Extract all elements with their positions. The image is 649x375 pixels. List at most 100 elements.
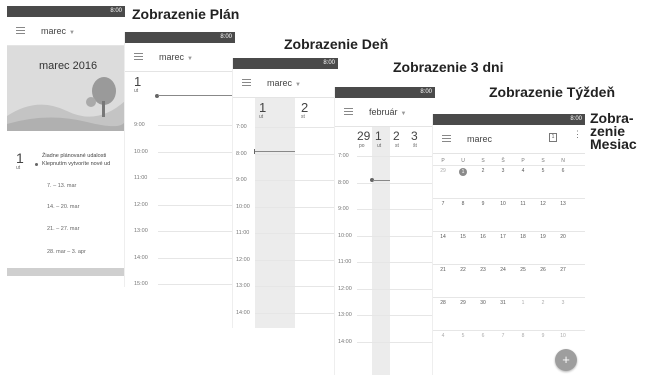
banner-title: marec 2016 <box>39 60 98 72</box>
caret-down-icon: ▼ <box>187 56 193 62</box>
now-line <box>373 180 390 181</box>
hour-label: 7:00 <box>338 153 349 159</box>
day-cell[interactable]: 7 <box>495 333 511 339</box>
now-line <box>255 151 295 152</box>
menu-icon[interactable] <box>134 53 143 60</box>
day-cell[interactable]: 7 <box>435 201 451 207</box>
hour-label: 8:00 <box>236 150 247 157</box>
month-dropdown[interactable]: marec ▼ <box>159 52 193 62</box>
day-cell[interactable]: 11 <box>515 201 531 207</box>
week-range-1[interactable]: 7. – 13. mar <box>47 183 76 189</box>
hour-line <box>255 233 338 234</box>
menu-icon[interactable] <box>442 135 451 142</box>
hour-label: 9:00 <box>134 122 145 128</box>
day-cell[interactable]: 9 <box>475 201 491 207</box>
day-cell[interactable]: 29 <box>455 300 471 306</box>
day-cell[interactable]: 14 <box>435 234 451 240</box>
day-cell[interactable]: 9 <box>535 333 551 339</box>
day-col-2-number[interactable]: 2 <box>301 100 308 115</box>
day-cell[interactable]: 27 <box>555 267 571 273</box>
hour-line <box>158 151 235 153</box>
day-cell[interactable]: 15 <box>455 234 471 240</box>
day-cell[interactable]: 25 <box>515 267 531 273</box>
day-number[interactable]: 1 <box>134 74 141 89</box>
day-cell[interactable]: 10 <box>495 201 511 207</box>
day-col-1-number[interactable]: 1 <box>259 100 266 115</box>
day-cell[interactable]: 28 <box>435 300 451 306</box>
today-calendar-icon[interactable]: 1 <box>549 133 557 142</box>
day-cell[interactable]: 3 <box>555 300 571 306</box>
hour-line <box>255 312 338 314</box>
day-cell[interactable]: 4 <box>515 168 531 174</box>
caption-plan: Zobrazenie Plán <box>132 6 240 22</box>
no-events-hint[interactable]: Klepnutím vytvoríte nové ud <box>42 161 110 167</box>
add-event-button[interactable]: + <box>555 349 577 371</box>
day-label: ut <box>134 88 139 94</box>
status-bar: 8:00 <box>335 87 435 98</box>
week-day-label: po <box>359 143 365 149</box>
app-bar: marec ▼ <box>7 17 125 46</box>
status-bar: 8:00 <box>433 114 585 125</box>
day-col-2-label: st <box>301 114 305 120</box>
day-cell[interactable]: 10 <box>555 333 571 339</box>
day-cell[interactable]: 5 <box>535 168 551 174</box>
month-banner: marec 2016 <box>7 46 125 131</box>
hour-line <box>158 178 235 179</box>
month-dropdown[interactable]: marec ▼ <box>267 78 301 88</box>
day-cell[interactable]: 5 <box>455 333 471 339</box>
day-cell[interactable]: 4 <box>435 333 451 339</box>
day-cell[interactable]: 8 <box>455 201 471 207</box>
day-cell[interactable]: 29 <box>435 168 451 174</box>
week-day-label: st <box>395 143 399 149</box>
week-day-label: št <box>413 143 417 149</box>
day-cell[interactable]: 1 <box>515 300 531 306</box>
day-cell[interactable]: 6 <box>475 333 491 339</box>
week-range-3[interactable]: 21. – 27. mar <box>47 226 79 232</box>
day-cell[interactable]: 22 <box>455 267 471 273</box>
weekday-header: Š <box>501 158 505 164</box>
day-cell[interactable]: 20 <box>555 234 571 240</box>
week-range-2[interactable]: 14. – 20. mar <box>47 204 79 210</box>
more-vert-icon[interactable]: ⋮ <box>573 130 582 139</box>
week-day-number[interactable]: 1 <box>375 129 382 143</box>
day-cell[interactable]: 3 <box>495 168 511 174</box>
week-range-4[interactable]: 28. mar – 3. apr <box>47 249 86 255</box>
hour-label: 11:00 <box>134 175 148 181</box>
hour-label: 10:00 <box>134 148 148 155</box>
day-cell[interactable]: 2 <box>475 168 491 174</box>
hour-label: 8:00 <box>338 179 349 186</box>
week-day-number[interactable]: 3 <box>411 129 418 143</box>
weekday-header: P <box>521 158 525 164</box>
today-cell[interactable]: 1 <box>459 168 467 176</box>
day-cell[interactable]: 21 <box>435 267 451 273</box>
week-row-line <box>433 297 585 298</box>
month-dropdown[interactable]: február ▼ <box>369 107 406 117</box>
caption-three-days: Zobrazenie 3 dni <box>393 59 504 75</box>
menu-icon[interactable] <box>344 108 353 115</box>
day-cell[interactable]: 16 <box>475 234 491 240</box>
weekday-header: P <box>441 158 445 164</box>
day-cell[interactable]: 18 <box>515 234 531 240</box>
day-cell[interactable]: 17 <box>495 234 511 240</box>
day-cell[interactable]: 26 <box>535 267 551 273</box>
hour-label: 11:00 <box>338 259 352 265</box>
plan-view-screen: 8:00 marec ▼ marec 2016 1 ut Žiadne pláno… <box>7 6 125 276</box>
hour-line <box>255 153 338 155</box>
hour-line <box>158 231 235 232</box>
day-cell[interactable]: 19 <box>535 234 551 240</box>
day-cell[interactable]: 8 <box>515 333 531 339</box>
week-day-number[interactable]: 2 <box>393 129 400 143</box>
day-cell[interactable]: 12 <box>535 201 551 207</box>
day-cell[interactable]: 23 <box>475 267 491 273</box>
day-cell[interactable]: 2 <box>535 300 551 306</box>
day-cell[interactable]: 31 <box>495 300 511 306</box>
week-day-number[interactable]: 29 <box>357 129 370 143</box>
day-cell[interactable]: 13 <box>555 201 571 207</box>
day-cell[interactable]: 24 <box>495 267 511 273</box>
day-cell[interactable]: 30 <box>475 300 491 306</box>
menu-icon[interactable] <box>16 27 25 34</box>
day-cell[interactable]: 6 <box>555 168 571 174</box>
month-dropdown[interactable]: marec <box>467 134 492 144</box>
menu-icon[interactable] <box>242 79 251 86</box>
month-dropdown[interactable]: marec ▼ <box>41 26 75 36</box>
